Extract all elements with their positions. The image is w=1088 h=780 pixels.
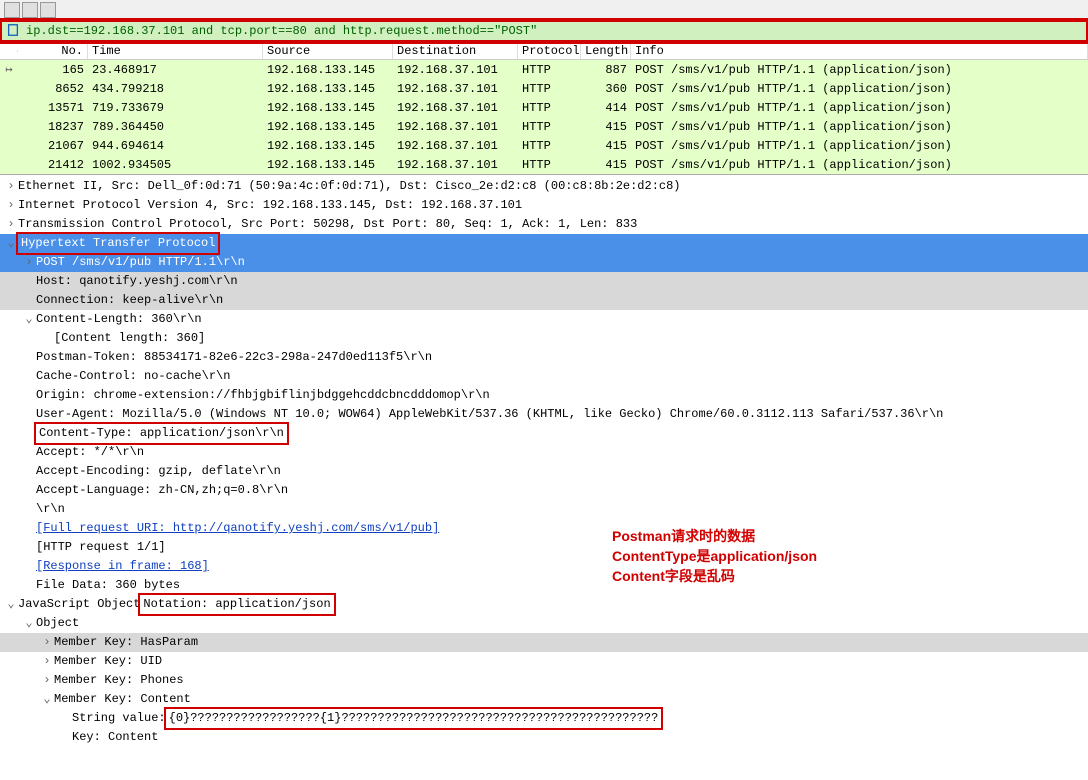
chevron-right-icon[interactable]: › [40, 633, 54, 652]
col-header-no[interactable]: No. [18, 43, 88, 59]
tree-http-cache-control[interactable]: Cache-Control: no-cache\r\n [0, 367, 1088, 386]
tree-json-string-value[interactable]: String value: {0}??????????????????{1}??… [0, 709, 1088, 728]
tree-json-object[interactable]: ⌄Object [0, 614, 1088, 633]
annotation-text: Postman请求时的数据 ContentType是application/js… [612, 526, 817, 586]
col-header-src[interactable]: Source [263, 43, 393, 59]
tree-http-file-data[interactable]: File Data: 360 bytes [0, 576, 1088, 595]
packet-list-pane: No. Time Source Destination Protocol Len… [0, 42, 1088, 174]
tree-http-content-length-expert[interactable]: [Content length: 360] [0, 329, 1088, 348]
tree-ethernet[interactable]: ›Ethernet II, Src: Dell_0f:0d:71 (50:9a:… [0, 177, 1088, 196]
display-filter-bar[interactable] [0, 20, 1088, 42]
packet-row[interactable]: 214121002.934505192.168.133.145192.168.3… [0, 155, 1088, 174]
goto-marker-icon: ↦ [0, 61, 18, 78]
chevron-down-icon[interactable]: ⌄ [4, 595, 18, 614]
chevron-right-icon[interactable]: › [40, 652, 54, 671]
tree-http-crlf[interactable]: \r\n [0, 500, 1088, 519]
packet-row[interactable]: ↦16523.468917192.168.133.145192.168.37.1… [0, 60, 1088, 79]
chevron-right-icon[interactable]: › [22, 253, 36, 272]
goto-marker-icon [0, 164, 18, 166]
tree-json-member-phones[interactable]: ›Member Key: Phones [0, 671, 1088, 690]
chevron-right-icon[interactable]: › [40, 671, 54, 690]
toolbar-icon[interactable] [4, 2, 20, 18]
col-header-time[interactable]: Time [88, 43, 263, 59]
tree-http-accept-language[interactable]: Accept-Language: zh-CN,zh;q=0.8\r\n [0, 481, 1088, 500]
col-header-len[interactable]: Length [581, 43, 631, 59]
tree-tcp[interactable]: ›Transmission Control Protocol, Src Port… [0, 215, 1088, 234]
bookmark-icon[interactable] [6, 23, 22, 39]
tree-http-accept-encoding[interactable]: Accept-Encoding: gzip, deflate\r\n [0, 462, 1088, 481]
packet-list-header[interactable]: No. Time Source Destination Protocol Len… [0, 42, 1088, 60]
col-header-info[interactable]: Info [631, 43, 1088, 59]
tree-http[interactable]: ⌄Hypertext Transfer Protocol [0, 234, 1088, 253]
chevron-right-icon[interactable]: › [4, 177, 18, 196]
chevron-right-icon[interactable]: › [4, 215, 18, 234]
main-toolbar [0, 0, 1088, 20]
toolbar-icon[interactable] [22, 2, 38, 18]
goto-marker-icon [0, 126, 18, 128]
packet-row[interactable]: 13571719.733679192.168.133.145192.168.37… [0, 98, 1088, 117]
tree-http-user-agent[interactable]: User-Agent: Mozilla/5.0 (Windows NT 10.0… [0, 405, 1088, 424]
tree-http-request-num[interactable]: [HTTP request 1/1] [0, 538, 1088, 557]
chevron-down-icon[interactable]: ⌄ [40, 690, 54, 709]
tree-json-member-hasparam[interactable]: ›Member Key: HasParam [0, 633, 1088, 652]
tree-json-key[interactable]: Key: Content [0, 728, 1088, 747]
chevron-right-icon[interactable]: › [4, 196, 18, 215]
tree-ip[interactable]: ›Internet Protocol Version 4, Src: 192.1… [0, 196, 1088, 215]
tree-http-accept[interactable]: Accept: */*\r\n [0, 443, 1088, 462]
packet-row[interactable]: 8652434.799218192.168.133.145192.168.37.… [0, 79, 1088, 98]
goto-marker-icon [0, 145, 18, 147]
packet-row[interactable]: 21067944.694614192.168.133.145192.168.37… [0, 136, 1088, 155]
toolbar-icon[interactable] [40, 2, 56, 18]
tree-http-response-in[interactable]: [Response in frame: 168] [0, 557, 1088, 576]
col-header-dst[interactable]: Destination [393, 43, 518, 59]
packet-row[interactable]: 18237789.364450192.168.133.145192.168.37… [0, 117, 1088, 136]
col-header-proto[interactable]: Protocol [518, 43, 581, 59]
tree-http-content-length[interactable]: ⌄Content-Length: 360\r\n [0, 310, 1088, 329]
chevron-down-icon[interactable]: ⌄ [4, 234, 18, 253]
goto-marker-icon [0, 88, 18, 90]
tree-json-member-uid[interactable]: ›Member Key: UID [0, 652, 1088, 671]
tree-http-content-type[interactable]: Content-Type: application/json\r\n [0, 424, 1088, 443]
tree-http-full-uri[interactable]: [Full request URI: http://qanotify.yeshj… [0, 519, 1088, 538]
chevron-down-icon[interactable]: ⌄ [22, 310, 36, 329]
goto-marker-icon [0, 107, 18, 109]
chevron-down-icon[interactable]: ⌄ [22, 614, 36, 633]
tree-http-postman-token[interactable]: Postman-Token: 88534171-82e6-22c3-298a-2… [0, 348, 1088, 367]
tree-http-request-line[interactable]: ›POST /sms/v1/pub HTTP/1.1\r\n [0, 253, 1088, 272]
tree-json[interactable]: ⌄JavaScript Object Notation: application… [0, 595, 1088, 614]
tree-json-member-content[interactable]: ⌄Member Key: Content [0, 690, 1088, 709]
tree-http-origin[interactable]: Origin: chrome-extension://fhbjgbiflinjb… [0, 386, 1088, 405]
display-filter-input[interactable] [26, 24, 1082, 38]
packet-details-pane: ›Ethernet II, Src: Dell_0f:0d:71 (50:9a:… [0, 174, 1088, 749]
tree-http-host[interactable]: Host: qanotify.yeshj.com\r\n [0, 272, 1088, 291]
tree-http-connection[interactable]: Connection: keep-alive\r\n [0, 291, 1088, 310]
